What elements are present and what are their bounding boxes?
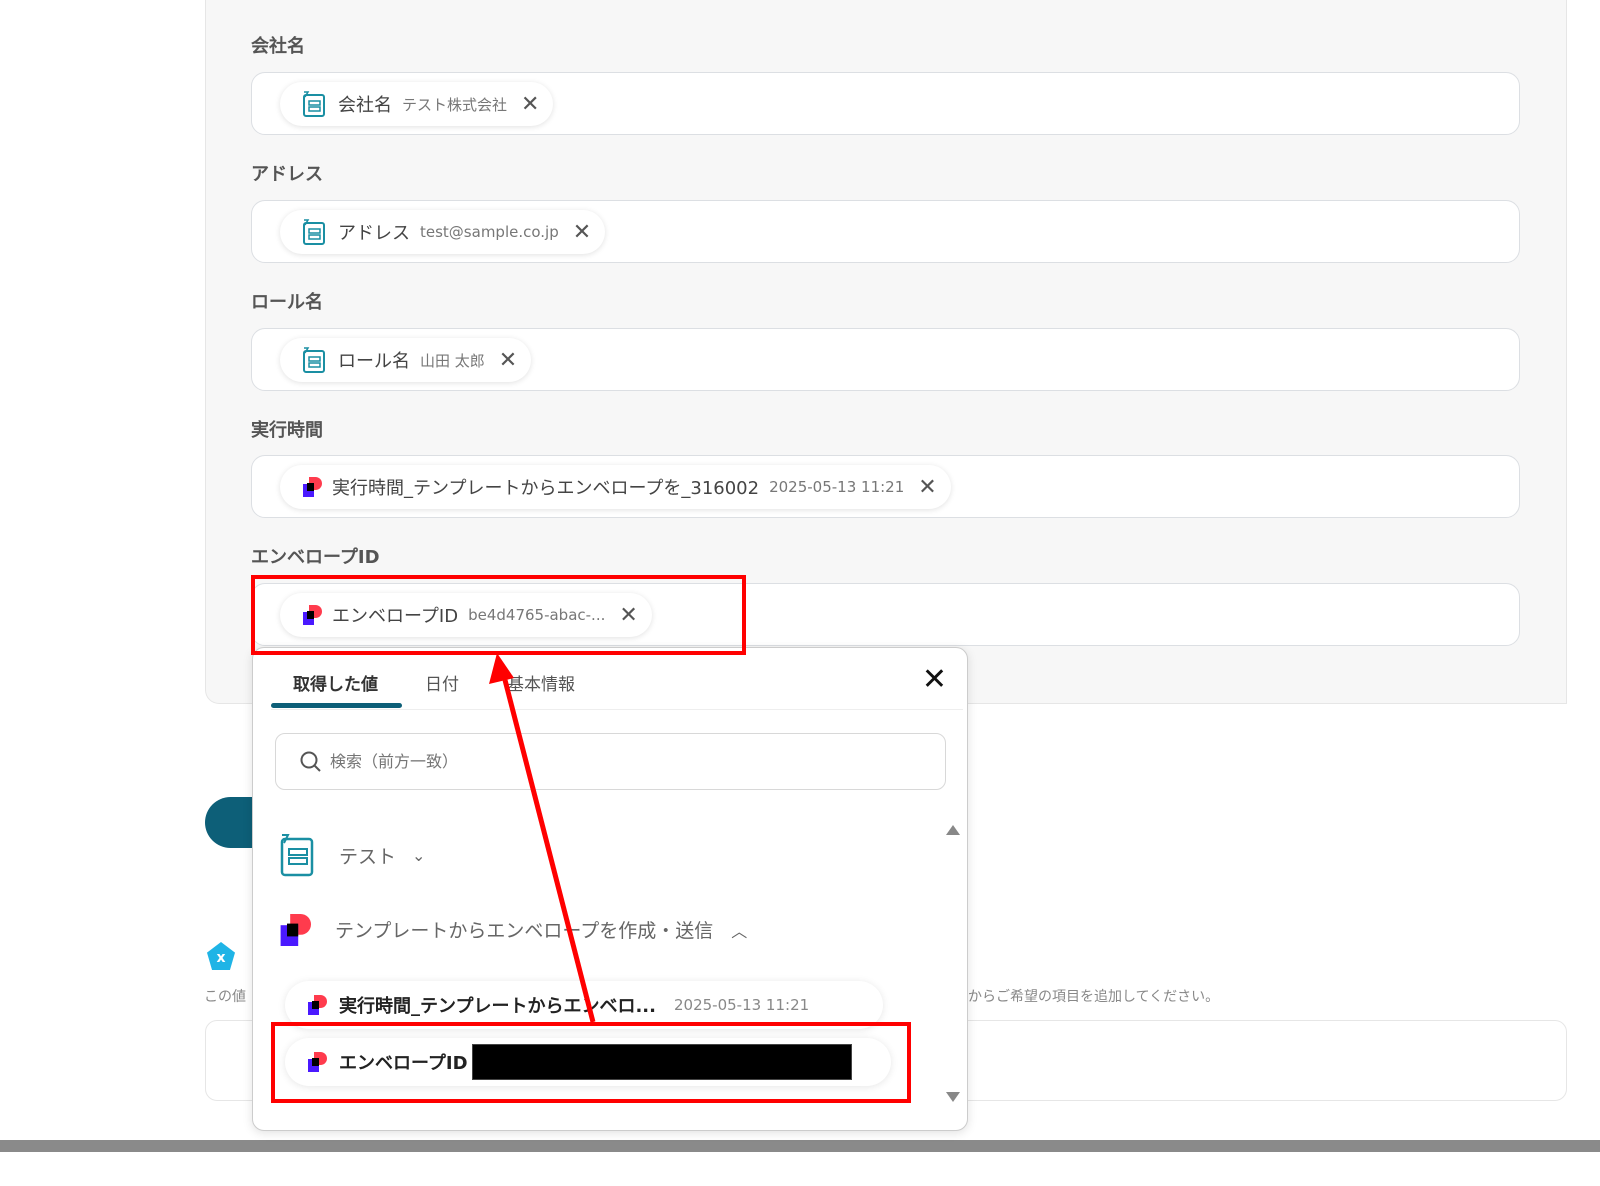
annotation-arrow (489, 653, 596, 1023)
